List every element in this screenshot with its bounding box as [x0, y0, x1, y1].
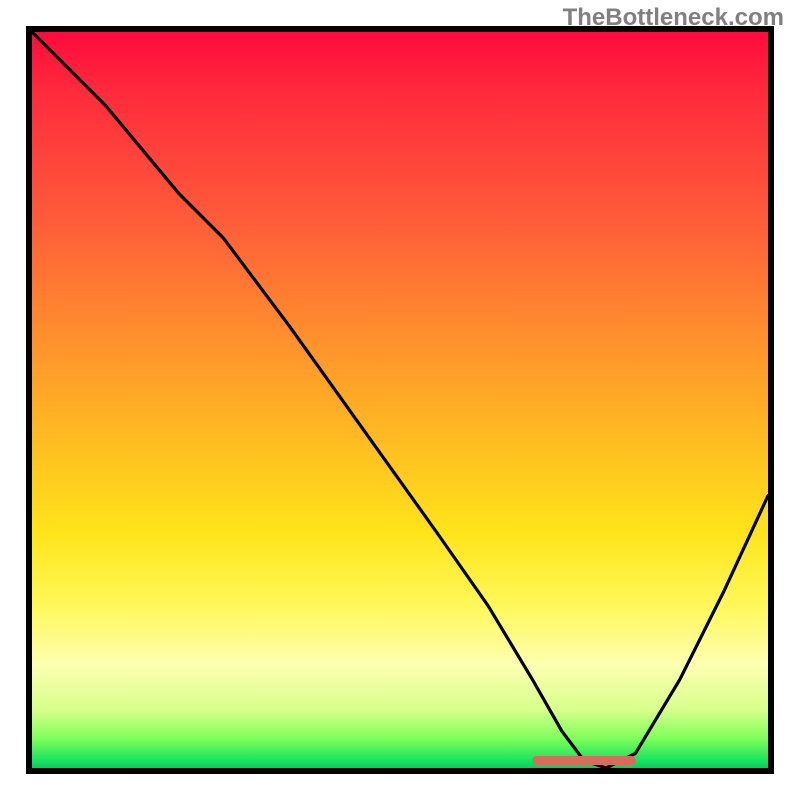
optimal-range-marker	[532, 756, 635, 765]
performance-gradient	[32, 32, 768, 768]
plot-area	[26, 26, 774, 774]
watermark-text: TheBottleneck.com	[563, 4, 784, 32]
chart-stage: TheBottleneck.com	[0, 0, 800, 800]
